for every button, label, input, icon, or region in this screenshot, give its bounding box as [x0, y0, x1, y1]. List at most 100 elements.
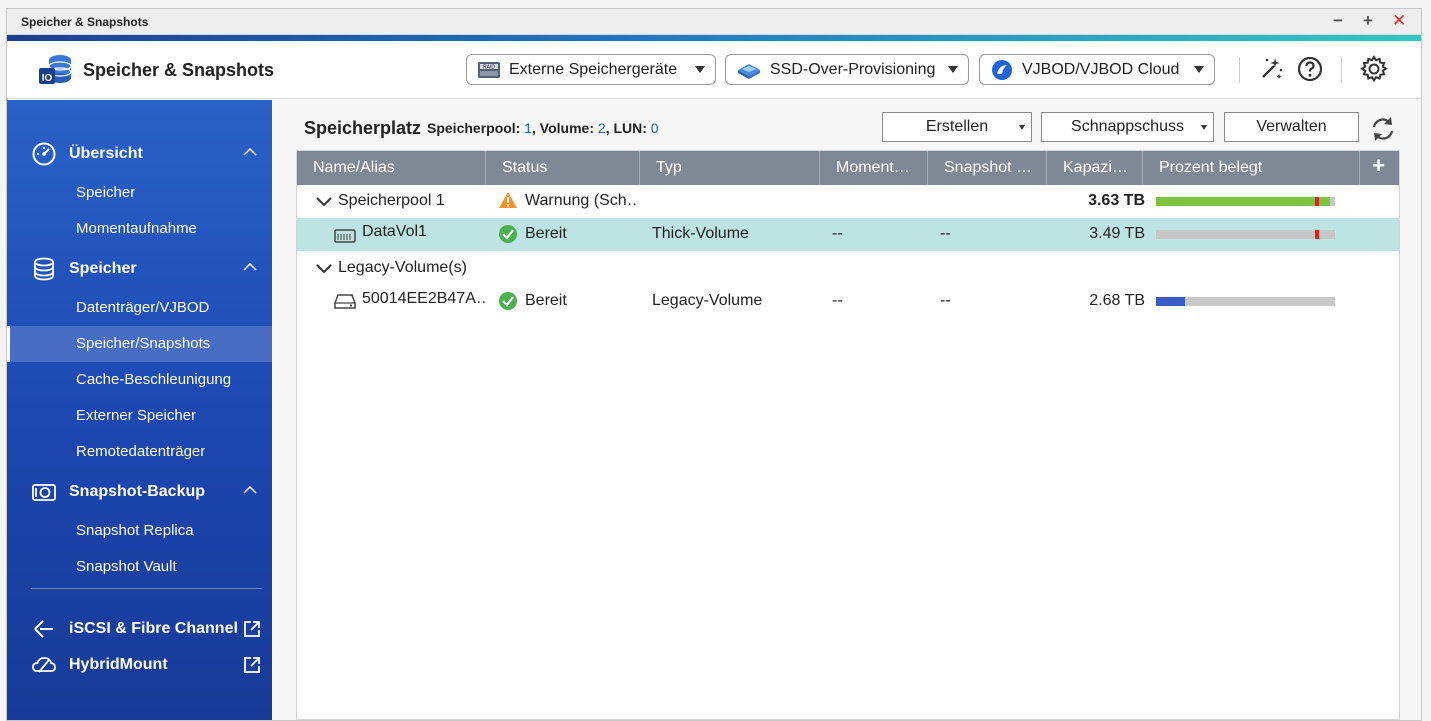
- sidebar-item-disks-vjbod[interactable]: Datenträger/VJBOD: [7, 290, 272, 326]
- vjbod-cloud-icon: [992, 59, 1012, 80]
- sidebar-item-label: Datenträger/VJBOD: [76, 299, 210, 316]
- vjbod-cloud-label: VJBOD/VJBOD Cloud: [1022, 60, 1180, 78]
- row-moment: --: [832, 292, 843, 309]
- sidebar-link-label: iSCSI & Fibre Channel: [69, 620, 238, 637]
- column-header-capacity[interactable]: Kapazi…: [1047, 151, 1143, 185]
- usage-threshold-marker: [1315, 197, 1319, 206]
- sidebar-item-label: Momentaufnahme: [76, 220, 197, 237]
- volume-icon: [334, 229, 356, 243]
- app-header: IO Speicher & Snapshots RAID Externe Spe…: [7, 41, 1421, 99]
- chevron-down-icon: [1194, 66, 1204, 73]
- sidebar-item-cache-acceleration[interactable]: Cache-Beschleunigung: [7, 362, 272, 398]
- chevron-down-icon: [1019, 125, 1025, 130]
- sidebar-item-snapshot-replica[interactable]: Snapshot Replica: [7, 513, 272, 549]
- pool-count-label: Speicherpool:: [427, 120, 525, 136]
- sidebar-group-overview[interactable]: Übersicht: [7, 136, 272, 172]
- create-button[interactable]: Erstellen: [882, 112, 1032, 142]
- refresh-icon[interactable]: [1369, 115, 1397, 143]
- magic-wand-icon[interactable]: [1257, 55, 1285, 83]
- sidebar-link-iscsi[interactable]: iSCSI & Fibre Channel: [7, 611, 272, 647]
- manage-button[interactable]: Verwalten: [1224, 112, 1359, 142]
- chevron-down-icon: [948, 66, 958, 73]
- create-button-label: Erstellen: [925, 118, 989, 135]
- sidebar-item-momentaufnahme[interactable]: Momentaufnahme: [7, 211, 272, 247]
- svg-text:IO: IO: [42, 73, 53, 84]
- table-row[interactable]: DataVol1 Bereit Thick-Volume -- -- 3.49 …: [297, 218, 1399, 251]
- close-button[interactable]: ✕: [1392, 11, 1406, 31]
- header-divider: [1341, 57, 1342, 83]
- check-circle-icon: [499, 225, 517, 243]
- maximize-button[interactable]: +: [1363, 11, 1373, 31]
- external-storage-button[interactable]: RAID Externe Speichergeräte: [466, 54, 716, 85]
- storage-table: Name/Alias Status Typ Moment… Snapshot ……: [296, 150, 1400, 720]
- row-name: 50014EE2B47A…: [362, 290, 487, 307]
- sidebar-divider: [31, 588, 262, 589]
- speedometer-icon: [32, 142, 56, 166]
- sidebar-item-label: Snapshot Vault: [76, 558, 177, 575]
- column-header-name[interactable]: Name/Alias: [297, 151, 486, 185]
- row-type: Legacy-Volume: [652, 292, 763, 309]
- column-header-percent-used[interactable]: Prozent belegt: [1143, 151, 1360, 185]
- usage-bar-fill: [1156, 297, 1185, 306]
- row-moment: --: [832, 225, 843, 242]
- row-name: Legacy-Volume(s): [338, 259, 467, 276]
- ssd-overprovisioning-button[interactable]: SSD-Over-Provisioning: [725, 54, 969, 85]
- snapshot-button[interactable]: Schnappschuss: [1041, 112, 1214, 142]
- disk-drive-icon: [334, 294, 356, 309]
- chevron-up-icon[interactable]: [243, 148, 257, 156]
- usage-bar: [1156, 297, 1335, 306]
- chevron-up-icon[interactable]: [243, 486, 257, 494]
- sidebar: Übersicht Speicher Momentaufnahme Speich…: [7, 100, 272, 720]
- help-icon[interactable]: [1296, 55, 1324, 83]
- sidebar-link-hybridmount[interactable]: HybridMount: [7, 647, 272, 683]
- app-title: Speicher & Snapshots: [83, 60, 275, 80]
- sidebar-item-storage-snapshots[interactable]: Speicher/Snapshots: [7, 326, 272, 362]
- check-circle-icon: [499, 292, 517, 310]
- add-column-button[interactable]: +: [1358, 151, 1399, 185]
- row-status: Bereit: [525, 225, 567, 242]
- sidebar-item-remote-disks[interactable]: Remotedatenträger: [7, 434, 272, 470]
- usage-threshold-marker: [1315, 230, 1319, 239]
- sidebar-item-snapshot-vault[interactable]: Snapshot Vault: [7, 549, 272, 585]
- table-row[interactable]: Legacy-Volume(s): [297, 252, 1399, 285]
- table-row[interactable]: 50014EE2B47A… Bereit Legacy-Volume -- --…: [297, 285, 1399, 318]
- database-icon: [34, 257, 54, 281]
- minimize-button[interactable]: −: [1333, 11, 1343, 31]
- column-header-type[interactable]: Typ: [640, 151, 820, 185]
- sidebar-item-external-storage[interactable]: Externer Speicher: [7, 398, 272, 434]
- storage-summary: Speicherpool: 1, Volume: 2, LUN: 0: [427, 120, 659, 136]
- sidebar-group-label: Speicher: [69, 260, 137, 277]
- usage-bar: [1156, 197, 1335, 206]
- column-header-moment[interactable]: Moment…: [820, 151, 928, 185]
- chevron-down-icon[interactable]: [316, 197, 332, 207]
- sidebar-link-label: HybridMount: [69, 656, 168, 673]
- table-row[interactable]: Speicherpool 1 Warnung (Sch… 3.63 TB: [297, 185, 1399, 218]
- svg-text:RAID: RAID: [483, 64, 495, 70]
- main-content: Speicherplatz Speicherpool: 1, Volume: 2…: [272, 100, 1421, 720]
- chevron-down-icon[interactable]: [316, 264, 332, 274]
- chevron-up-icon[interactable]: [243, 263, 257, 271]
- iscsi-icon: [34, 620, 53, 638]
- sidebar-item-speicher[interactable]: Speicher: [7, 175, 272, 211]
- page-title: Speicherplatz: [304, 118, 422, 138]
- column-header-snapshot[interactable]: Snapshot …: [928, 151, 1047, 185]
- manage-button-label: Verwalten: [1256, 118, 1327, 135]
- sidebar-group-storage[interactable]: Speicher: [7, 251, 272, 287]
- column-header-status[interactable]: Status: [486, 151, 640, 185]
- sidebar-group-label: Snapshot-Backup: [69, 483, 206, 500]
- external-link-icon[interactable]: [243, 656, 261, 674]
- row-capacity: 3.63 TB: [1088, 192, 1145, 209]
- vjbod-cloud-button[interactable]: VJBOD/VJBOD Cloud: [979, 54, 1215, 85]
- usage-bar-fill: [1156, 197, 1330, 206]
- chevron-down-icon: [1201, 125, 1207, 130]
- sidebar-group-snapshot-backup[interactable]: Snapshot-Backup: [7, 474, 272, 510]
- row-snapshot: --: [940, 292, 951, 309]
- title-bar: Speicher & Snapshots − + ✕: [7, 9, 1421, 35]
- external-link-icon[interactable]: [243, 620, 261, 638]
- usage-bar: [1156, 230, 1335, 239]
- camera-icon: [32, 484, 56, 501]
- row-name: DataVol1: [362, 223, 427, 240]
- row-status: Bereit: [525, 292, 567, 309]
- volume-count-label: , Volume:: [532, 120, 598, 136]
- settings-gear-icon[interactable]: [1360, 55, 1388, 83]
